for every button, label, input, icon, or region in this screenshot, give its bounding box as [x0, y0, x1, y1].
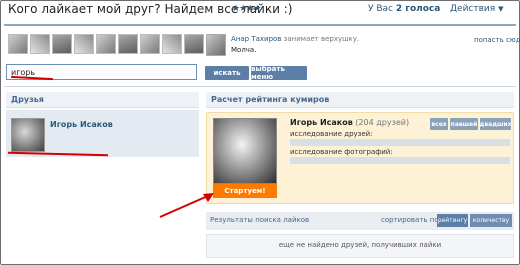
filter-fallen-button[interactable]: павшей [450, 118, 478, 130]
friend-thumbnail[interactable] [184, 34, 204, 54]
results-empty-message: еще не найдено друзей, получивших лайки [278, 241, 442, 249]
friends-panel-title: Друзья [6, 92, 199, 108]
feed-avatar[interactable] [206, 34, 226, 56]
search-button[interactable]: искать [205, 66, 249, 80]
filter-all-button[interactable]: всех [430, 118, 448, 130]
friend-thumbnail[interactable] [118, 34, 138, 54]
votes-link[interactable]: У Вас 2 голоса [368, 4, 440, 14]
annotation-arrow-shaft [159, 194, 211, 218]
choose-menu-button[interactable]: выбрать меню [251, 65, 307, 81]
feed-author-link[interactable]: Анар Тахиров [231, 35, 281, 43]
sort-by-rating-button[interactable]: рейтингу [437, 214, 468, 227]
friend-thumbnail[interactable] [74, 34, 94, 54]
sort-by-label: сортировать по [381, 216, 439, 224]
friend-avatar[interactable] [11, 118, 45, 152]
progress-label-friends: исследование друзей: [290, 130, 373, 138]
friend-thumbnail[interactable] [52, 34, 72, 54]
actions-menu[interactable]: Действия ▼ [450, 4, 503, 14]
feed-status: Молча. [231, 46, 257, 54]
idol-name-text: Игорь Исаков [290, 118, 353, 127]
progress-bar-friends [290, 139, 510, 146]
idol-friend-count: (204 друзей) [352, 118, 410, 127]
friend-thumbnail[interactable] [140, 34, 160, 54]
idol-name: Игорь Исаков (204 друзей) [290, 118, 409, 127]
feed-entry: Анар Тахиров занимает верхушку. [231, 35, 359, 43]
sort-by-count-button[interactable]: количеству [470, 214, 512, 227]
results-title: Результаты поиска лайков [210, 216, 310, 224]
friend-thumbnail[interactable] [8, 34, 28, 54]
rating-stars[interactable]: ★★★★ [232, 4, 261, 14]
rating-panel-title: Расчет рейтинга кумиров [206, 92, 514, 108]
friend-thumbnails [8, 34, 226, 54]
progress-label-photos: исследование фотографий: [290, 148, 393, 156]
chevron-down-icon: ▼ [498, 5, 504, 13]
votes-count: 2 голоса [395, 4, 441, 14]
section-divider [4, 86, 516, 87]
friend-name-link[interactable]: Игорь Исаков [50, 120, 113, 129]
votes-prefix: У Вас [368, 4, 396, 14]
friend-thumbnail[interactable] [162, 34, 182, 54]
actions-label: Действия [450, 4, 496, 14]
feed-action-text: занимает верхушку. [281, 35, 360, 43]
idol-photo[interactable] [213, 118, 277, 184]
start-button[interactable]: Стартуем! [213, 184, 277, 198]
friend-thumbnail[interactable] [96, 34, 116, 54]
header-divider [4, 24, 516, 26]
friend-thumbnail[interactable] [30, 34, 50, 54]
annotation-arrow [159, 193, 214, 218]
progress-bar-photos [290, 157, 510, 164]
filter-rare-button[interactable]: двадших [480, 118, 512, 130]
get-here-link[interactable]: попасть сюда [474, 36, 520, 44]
